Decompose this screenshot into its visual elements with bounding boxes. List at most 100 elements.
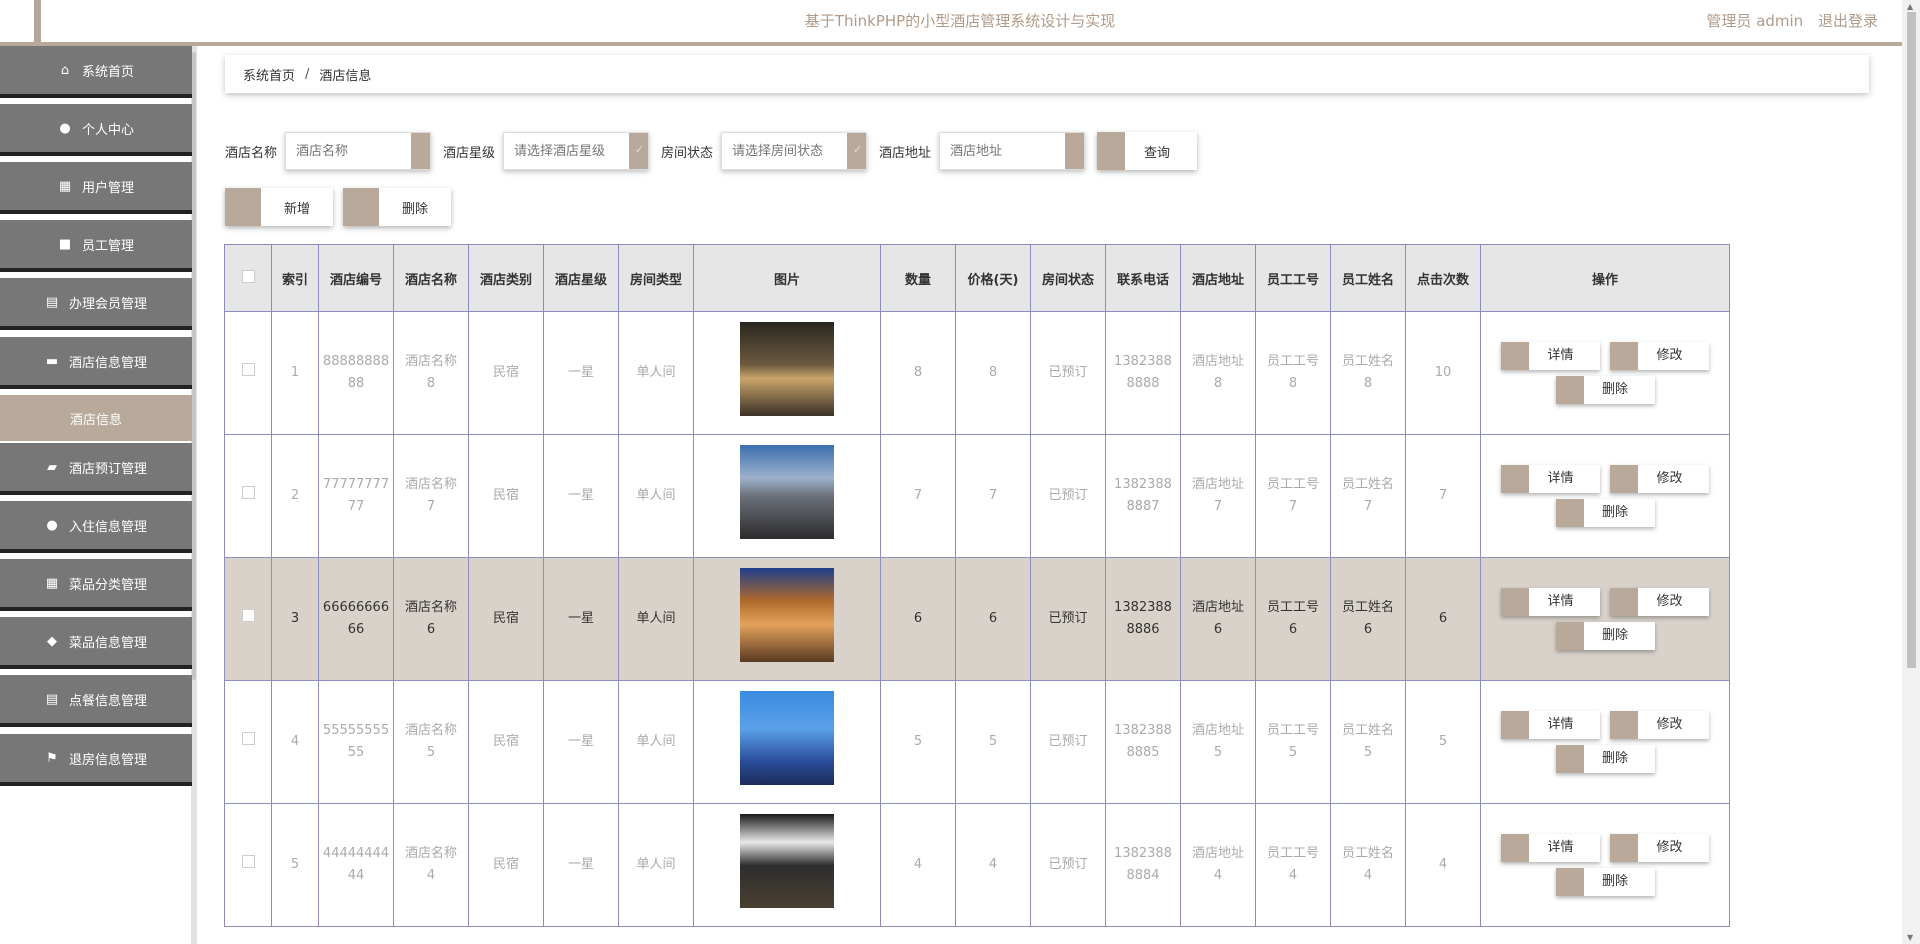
button-accent <box>1610 342 1638 370</box>
main-content: 系统首页 / 酒店信息 酒店名称 酒店星级 ✓ 房间状态 ✓ 酒店地址 查询 <box>197 46 1902 944</box>
delete-button[interactable]: 删除 <box>1555 376 1655 404</box>
query-button[interactable]: 查询 <box>1097 132 1198 170</box>
room-status-input[interactable] <box>722 133 848 169</box>
button-accent <box>1555 868 1584 896</box>
sidebar-item-2[interactable]: ● 个人中心 <box>0 104 192 152</box>
sidebar-item-label: 酒店预订管理 <box>68 461 147 477</box>
select-all-checkbox[interactable] <box>241 269 255 283</box>
room-status-select[interactable]: ✓ <box>721 132 868 170</box>
button-accent <box>1555 622 1584 650</box>
row-checkbox[interactable] <box>241 855 255 868</box>
edit-button[interactable]: 修改 <box>1610 711 1709 739</box>
hotel-name-input[interactable] <box>286 133 412 169</box>
hotel-address-field[interactable] <box>939 132 1086 170</box>
delete-button[interactable]: 删除 <box>1555 745 1655 773</box>
column-header: 价格(天) <box>955 244 1031 312</box>
sidebar-item-11[interactable]: ▤ 点餐信息管理 <box>0 675 192 723</box>
sidebar-item-3[interactable]: ▦ 用户管理 <box>0 162 192 210</box>
button-label: 详情 <box>1547 348 1574 363</box>
detail-button[interactable]: 详情 <box>1501 588 1600 616</box>
cell-star: 一星 <box>543 557 619 681</box>
cell-value: 单人间 <box>636 857 676 872</box>
table-row[interactable]: 3 6666666666 酒店名称6 民宿 一星 单人间 6 6 已预订 13823888886 酒… <box>224 557 1730 681</box>
page-scrollbar[interactable]: ▲ ▼ <box>1902 0 1920 944</box>
button-accent <box>1610 711 1638 739</box>
cell-staff_name: 员工姓名8 <box>1330 311 1406 435</box>
row-checkbox[interactable] <box>241 609 255 622</box>
hotel-table: 索引 酒店编号 酒店名称 酒店类别 酒店星级 房间类型 图片 数量 价格(天) 房间状态 联系电话酒… <box>224 244 1730 927</box>
column-header: 图片 <box>693 244 881 312</box>
table-row[interactable]: 5 4444444444 酒店名称4 民宿 一星 单人间 4 4 已预订 13823888884 酒… <box>224 803 1730 927</box>
row-checkbox[interactable] <box>241 363 255 376</box>
logout-link[interactable]: 退出登录 <box>1818 12 1878 30</box>
page-scroll-thumb[interactable] <box>1907 12 1916 668</box>
detail-button[interactable]: 详情 <box>1501 342 1600 370</box>
table-row[interactable]: 4 5555555555 酒店名称5 民宿 一星 单人间 5 5 已预订 13823888885 酒… <box>224 680 1730 804</box>
button-accent <box>225 188 261 226</box>
hotel-star-input[interactable] <box>504 133 630 169</box>
grid-icon: ▦ <box>58 178 72 194</box>
sidebar-item-label: 办理会员管理 <box>68 296 147 312</box>
edit-button[interactable]: 修改 <box>1610 588 1709 616</box>
table-row[interactable]: 2 7777777777 酒店名称7 民宿 一星 单人间 7 7 已预订 13823888887 酒… <box>224 434 1730 558</box>
cell-addr: 酒店地址7 <box>1180 434 1256 558</box>
room-status-label: 房间状态 <box>661 145 714 161</box>
sidebar-item-9[interactable]: ▦ 菜品分类管理 <box>0 559 192 607</box>
detail-button[interactable]: 详情 <box>1501 834 1600 862</box>
cell-addr: 酒店地址6 <box>1180 557 1256 681</box>
cell-idx: 2 <box>271 434 319 558</box>
button-label: 修改 <box>1656 717 1683 732</box>
cell-room: 单人间 <box>618 803 694 927</box>
sidebar-item-1[interactable]: ⌂ 系统首页 <box>0 46 192 94</box>
detail-button[interactable]: 详情 <box>1501 711 1600 739</box>
cell-status: 已预订 <box>1030 803 1106 927</box>
hotel-name-field[interactable] <box>285 132 432 170</box>
hotel-address-input[interactable] <box>940 133 1066 169</box>
button-label: 修改 <box>1656 348 1683 363</box>
sidebar-scroll-thumb[interactable] <box>192 52 196 680</box>
detail-button[interactable]: 详情 <box>1501 465 1600 493</box>
delete-button[interactable]: 删除 <box>1555 499 1655 527</box>
button-label: 详情 <box>1547 471 1574 486</box>
breadcrumb-home[interactable]: 系统首页 <box>243 65 295 84</box>
row-actions-cell: 详情 修改 删除 <box>1480 680 1730 804</box>
breadcrumb-separator: / <box>305 66 310 82</box>
cell-name: 酒店名称7 <box>393 434 469 558</box>
edit-button[interactable]: 修改 <box>1610 342 1709 370</box>
sidebar-item-10[interactable]: ◆ 菜品信息管理 <box>0 617 192 665</box>
scroll-up-icon[interactable]: ▲ <box>1907 2 1913 11</box>
cell-value: 单人间 <box>636 611 676 626</box>
edit-button[interactable]: 修改 <box>1610 465 1709 493</box>
scroll-down-icon[interactable]: ▼ <box>1907 933 1913 942</box>
row-checkbox[interactable] <box>241 732 255 745</box>
button-label: 详情 <box>1547 717 1574 732</box>
sidebar-item-6[interactable]: ▬ 酒店信息管理 <box>0 337 192 385</box>
briefcase-icon: ■ <box>58 236 72 252</box>
sidebar-item-4[interactable]: ■ 员工管理 <box>0 220 192 268</box>
button-label: 删除 <box>1601 874 1628 889</box>
sidebar-item-12[interactable]: ⚑ 退房信息管理 <box>0 734 192 782</box>
row-actions-cell: 详情 修改删除 <box>1480 557 1730 681</box>
cell-status: 已预订 <box>1030 434 1106 558</box>
cell-value: 民宿 <box>492 734 519 749</box>
field-accent <box>408 133 431 169</box>
row-checkbox[interactable] <box>241 486 255 499</box>
cell-value: 13823888888 <box>1114 354 1172 391</box>
delete-button[interactable]: 删除 <box>1555 622 1655 650</box>
edit-button[interactable]: 修改 <box>1610 834 1709 862</box>
sidebar-item-5[interactable]: ▤ 办理会员管理 <box>0 278 192 326</box>
delete-button[interactable]: 删除 <box>1555 868 1655 896</box>
sidebar-item-8[interactable]: ● 入住信息管理 <box>0 501 192 549</box>
bulk-delete-button[interactable]: 删除 <box>343 188 451 226</box>
add-button[interactable]: 新增 <box>225 188 333 226</box>
hotel-star-select[interactable]: ✓ <box>503 132 650 170</box>
cell-value: 一星 <box>567 488 594 503</box>
cell-value: 6 <box>988 611 998 626</box>
sidebar-subitem-hotel-info[interactable]: 酒店信息 <box>0 395 192 441</box>
search-filters: 酒店名称 酒店星级 ✓ 房间状态 ✓ 酒店地址 查询 <box>225 132 1198 170</box>
table-row[interactable]: 1 8888888888 酒店名称8 民宿 一星 单人间 8 8 已预订 13823888888 酒… <box>224 311 1730 435</box>
cell-value: 酒店名称6 <box>405 600 458 637</box>
cell-star: 一星 <box>543 311 619 435</box>
sidebar-item-7[interactable]: ▰ 酒店预订管理 <box>0 443 192 491</box>
cell-value: 员工姓名8 <box>1342 354 1395 391</box>
